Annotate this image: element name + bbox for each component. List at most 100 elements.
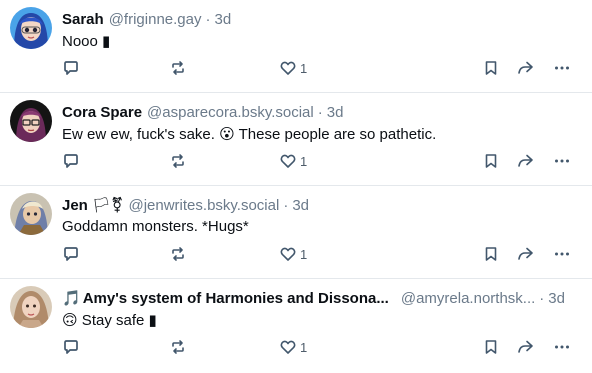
post-actions: 1 bbox=[0, 149, 592, 173]
post-text-body: Ew ew ew, fuck's sake. bbox=[62, 126, 220, 143]
bookmark-icon bbox=[485, 154, 497, 168]
post[interactable]: Jen 🏳⚧ @jenwrites.bsky.social · 3d Godda… bbox=[0, 186, 592, 279]
feed: Sarah @friginne.gay · 3d Nooo ▮ 1 Cora S… bbox=[0, 0, 592, 373]
display-name[interactable]: Cora Spare bbox=[62, 104, 142, 121]
share-button[interactable] bbox=[516, 242, 534, 266]
handle[interactable]: @asparecora.bsky.social bbox=[147, 104, 314, 121]
post-text-body-end: These people are so pathetic. bbox=[234, 126, 437, 143]
repost-button[interactable] bbox=[169, 242, 187, 266]
more-icon bbox=[555, 159, 569, 163]
emoji: 😮 bbox=[219, 125, 235, 143]
emoji: ▮ bbox=[102, 32, 111, 50]
repost-button[interactable] bbox=[169, 149, 187, 173]
bookmark-button[interactable] bbox=[482, 149, 500, 173]
post-header: 🎵 Amy's system of Harmonies and Dissona.… bbox=[62, 288, 580, 308]
post-text: Nooo ▮ bbox=[62, 32, 110, 50]
post-actions: 1 bbox=[0, 335, 592, 359]
like-count: 1 bbox=[300, 339, 308, 355]
repost-button[interactable] bbox=[169, 335, 187, 359]
music-note-icon: 🎵 bbox=[62, 289, 81, 307]
handle[interactable]: @amyrela.northsk... bbox=[401, 290, 535, 307]
like-count: 1 bbox=[300, 153, 308, 169]
handle[interactable]: @jenwrites.bsky.social bbox=[128, 197, 279, 214]
avatar[interactable] bbox=[10, 100, 52, 142]
more-options-button[interactable] bbox=[553, 56, 571, 80]
post-text-body: Goddamn monsters. *Hugs* bbox=[62, 218, 249, 235]
reply-button[interactable] bbox=[62, 335, 80, 359]
timestamp[interactable]: 3d bbox=[292, 197, 309, 214]
post[interactable]: Sarah @friginne.gay · 3d Nooo ▮ 1 bbox=[0, 0, 592, 93]
display-name[interactable]: Amy's system of Harmonies and Dissona... bbox=[83, 290, 389, 307]
post-actions: 1 bbox=[0, 242, 592, 266]
post-header: Jen 🏳⚧ @jenwrites.bsky.social · 3d bbox=[62, 195, 580, 215]
reply-icon bbox=[64, 61, 78, 75]
bookmark-button[interactable] bbox=[482, 242, 500, 266]
reply-icon bbox=[64, 340, 78, 354]
share-button[interactable] bbox=[516, 149, 534, 173]
avatar[interactable] bbox=[10, 286, 52, 328]
heart-icon bbox=[280, 247, 296, 261]
repost-icon bbox=[172, 247, 184, 261]
repost-icon bbox=[172, 61, 184, 75]
bookmark-button[interactable] bbox=[482, 56, 500, 80]
post-header: Sarah @friginne.gay · 3d bbox=[62, 9, 580, 29]
reply-button[interactable] bbox=[62, 242, 80, 266]
display-name[interactable]: Sarah bbox=[62, 11, 104, 28]
more-options-button[interactable] bbox=[553, 242, 571, 266]
more-icon bbox=[555, 66, 569, 70]
name-badges: 🏳⚧ bbox=[91, 196, 124, 214]
repost-icon bbox=[172, 340, 184, 354]
post[interactable]: Cora Spare @asparecora.bsky.social · 3d … bbox=[0, 93, 592, 186]
bookmark-icon bbox=[485, 247, 497, 261]
repost-button[interactable] bbox=[169, 56, 187, 80]
like-button[interactable]: 1 bbox=[279, 335, 307, 359]
reply-icon bbox=[64, 154, 78, 168]
separator: · bbox=[539, 289, 545, 307]
handle[interactable]: @friginne.gay bbox=[109, 11, 202, 28]
post-actions: 1 bbox=[0, 56, 592, 80]
more-options-button[interactable] bbox=[553, 149, 571, 173]
reply-icon bbox=[64, 247, 78, 261]
post-text-body: Stay safe bbox=[77, 312, 149, 329]
share-icon bbox=[518, 154, 533, 167]
separator: · bbox=[317, 103, 323, 121]
more-options-button[interactable] bbox=[553, 335, 571, 359]
share-button[interactable] bbox=[516, 335, 534, 359]
avatar[interactable] bbox=[10, 193, 52, 235]
post-text: Goddamn monsters. *Hugs* bbox=[62, 218, 249, 235]
like-button[interactable]: 1 bbox=[279, 56, 307, 80]
post-text-body: Nooo bbox=[62, 33, 103, 50]
post-header: Cora Spare @asparecora.bsky.social · 3d bbox=[62, 102, 580, 122]
like-count: 1 bbox=[300, 246, 308, 262]
heart-icon bbox=[280, 340, 296, 354]
reply-button[interactable] bbox=[62, 149, 80, 173]
separator: · bbox=[205, 10, 211, 28]
timestamp[interactable]: 3d bbox=[548, 290, 565, 307]
timestamp[interactable]: 3d bbox=[327, 104, 344, 121]
share-icon bbox=[518, 61, 533, 74]
display-name[interactable]: Jen bbox=[62, 197, 88, 214]
post-text: 🙃 Stay safe ▮ bbox=[62, 311, 157, 329]
repost-icon bbox=[172, 154, 184, 168]
share-icon bbox=[518, 247, 533, 260]
reply-button[interactable] bbox=[62, 56, 80, 80]
avatar[interactable] bbox=[10, 7, 52, 49]
more-icon bbox=[555, 345, 569, 349]
bookmark-button[interactable] bbox=[482, 335, 500, 359]
post[interactable]: 🎵 Amy's system of Harmonies and Dissona.… bbox=[0, 279, 592, 373]
like-count: 1 bbox=[300, 60, 308, 76]
like-button[interactable]: 1 bbox=[279, 242, 307, 266]
emoji-end: ▮ bbox=[148, 311, 157, 329]
separator: · bbox=[283, 196, 289, 214]
bookmark-icon bbox=[485, 340, 497, 354]
heart-icon bbox=[280, 61, 296, 75]
heart-icon bbox=[280, 154, 296, 168]
share-button[interactable] bbox=[516, 56, 534, 80]
emoji: 🙃 bbox=[62, 311, 78, 329]
more-icon bbox=[555, 252, 569, 256]
post-text: Ew ew ew, fuck's sake. 😮 These people ar… bbox=[62, 125, 436, 143]
bookmark-icon bbox=[485, 61, 497, 75]
like-button[interactable]: 1 bbox=[279, 149, 307, 173]
timestamp[interactable]: 3d bbox=[214, 11, 231, 28]
share-icon bbox=[518, 340, 533, 353]
